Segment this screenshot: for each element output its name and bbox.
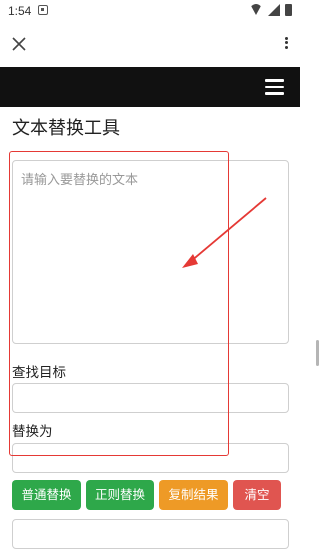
- find-input[interactable]: [12, 383, 289, 413]
- battery-icon: [285, 4, 292, 16]
- close-icon[interactable]: [9, 34, 29, 54]
- source-text-area[interactable]: 请输入要替换的文本: [12, 160, 289, 344]
- regex-replace-button[interactable]: 正则替换: [86, 480, 154, 510]
- status-icons: [250, 4, 292, 16]
- page-scrollbar[interactable]: [316, 340, 319, 366]
- page-title: 文本替换工具: [12, 118, 120, 139]
- notification-icon: [38, 5, 48, 15]
- site-navbar: [0, 67, 300, 107]
- status-bar: 1:54: [0, 0, 300, 22]
- replace-input[interactable]: [12, 443, 289, 473]
- result-text-area[interactable]: [12, 519, 289, 549]
- more-vert-icon[interactable]: [281, 35, 291, 53]
- signal-icon: [268, 4, 280, 16]
- copy-result-button[interactable]: 复制结果: [159, 480, 228, 510]
- normal-replace-button[interactable]: 普通替换: [12, 480, 81, 510]
- status-time: 1:54: [8, 4, 32, 18]
- wifi-icon: [250, 4, 263, 16]
- replace-label: 替换为: [12, 424, 53, 440]
- browser-toolbar: [0, 22, 300, 66]
- hamburger-menu-icon[interactable]: [265, 79, 284, 95]
- find-label: 查找目标: [12, 365, 66, 381]
- clear-button[interactable]: 清空: [233, 480, 281, 510]
